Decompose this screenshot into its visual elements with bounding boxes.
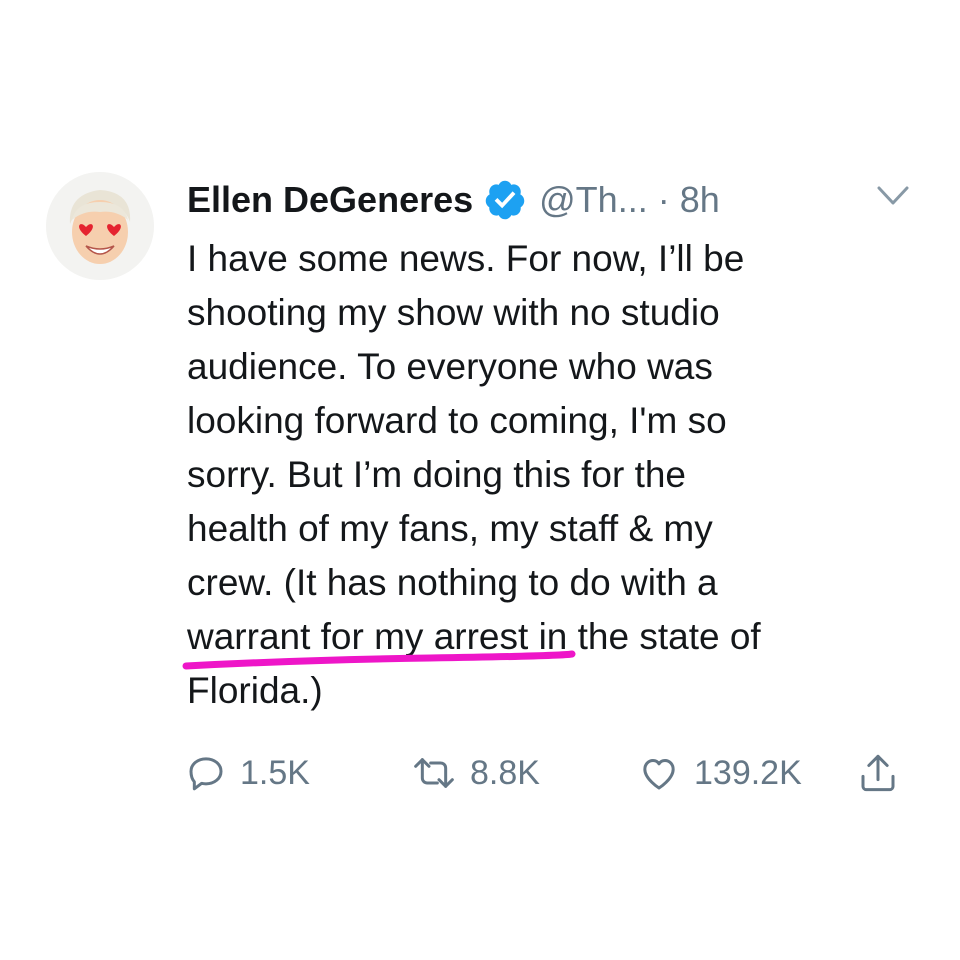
- like-button[interactable]: 139.2K: [638, 748, 802, 798]
- author-handle[interactable]: @Th...: [539, 179, 648, 221]
- retweet-count: 8.8K: [470, 753, 540, 792]
- avatar-image: [46, 172, 154, 280]
- heart-icon: [643, 759, 675, 790]
- reply-icon: [189, 757, 223, 791]
- reply-button[interactable]: 1.5K: [186, 748, 310, 798]
- verified-badge-icon: [485, 180, 525, 220]
- like-count: 139.2K: [694, 753, 802, 792]
- share-icon: [861, 754, 895, 792]
- header-separator: ·: [657, 179, 670, 220]
- tweet-text: I have some news. For now, I’ll be shoot…: [187, 238, 761, 711]
- highlight-underline: [182, 650, 576, 670]
- retweet-button[interactable]: 8.8K: [412, 748, 540, 798]
- retweet-icon: [414, 758, 454, 788]
- author-name[interactable]: Ellen DeGeneres: [187, 179, 473, 221]
- tweet-header: Ellen DeGeneres @Th... · 8h: [187, 174, 720, 226]
- reply-count: 1.5K: [240, 753, 310, 792]
- share-button[interactable]: [858, 748, 898, 798]
- tweet-card[interactable]: Ellen DeGeneres @Th... · 8h I have some …: [0, 0, 960, 960]
- tweet-timestamp[interactable]: 8h: [680, 179, 720, 221]
- chevron-down-icon[interactable]: [876, 184, 910, 208]
- tweet-actions: 1.5K 8.8K 139.2K: [186, 748, 916, 798]
- avatar[interactable]: [46, 172, 154, 280]
